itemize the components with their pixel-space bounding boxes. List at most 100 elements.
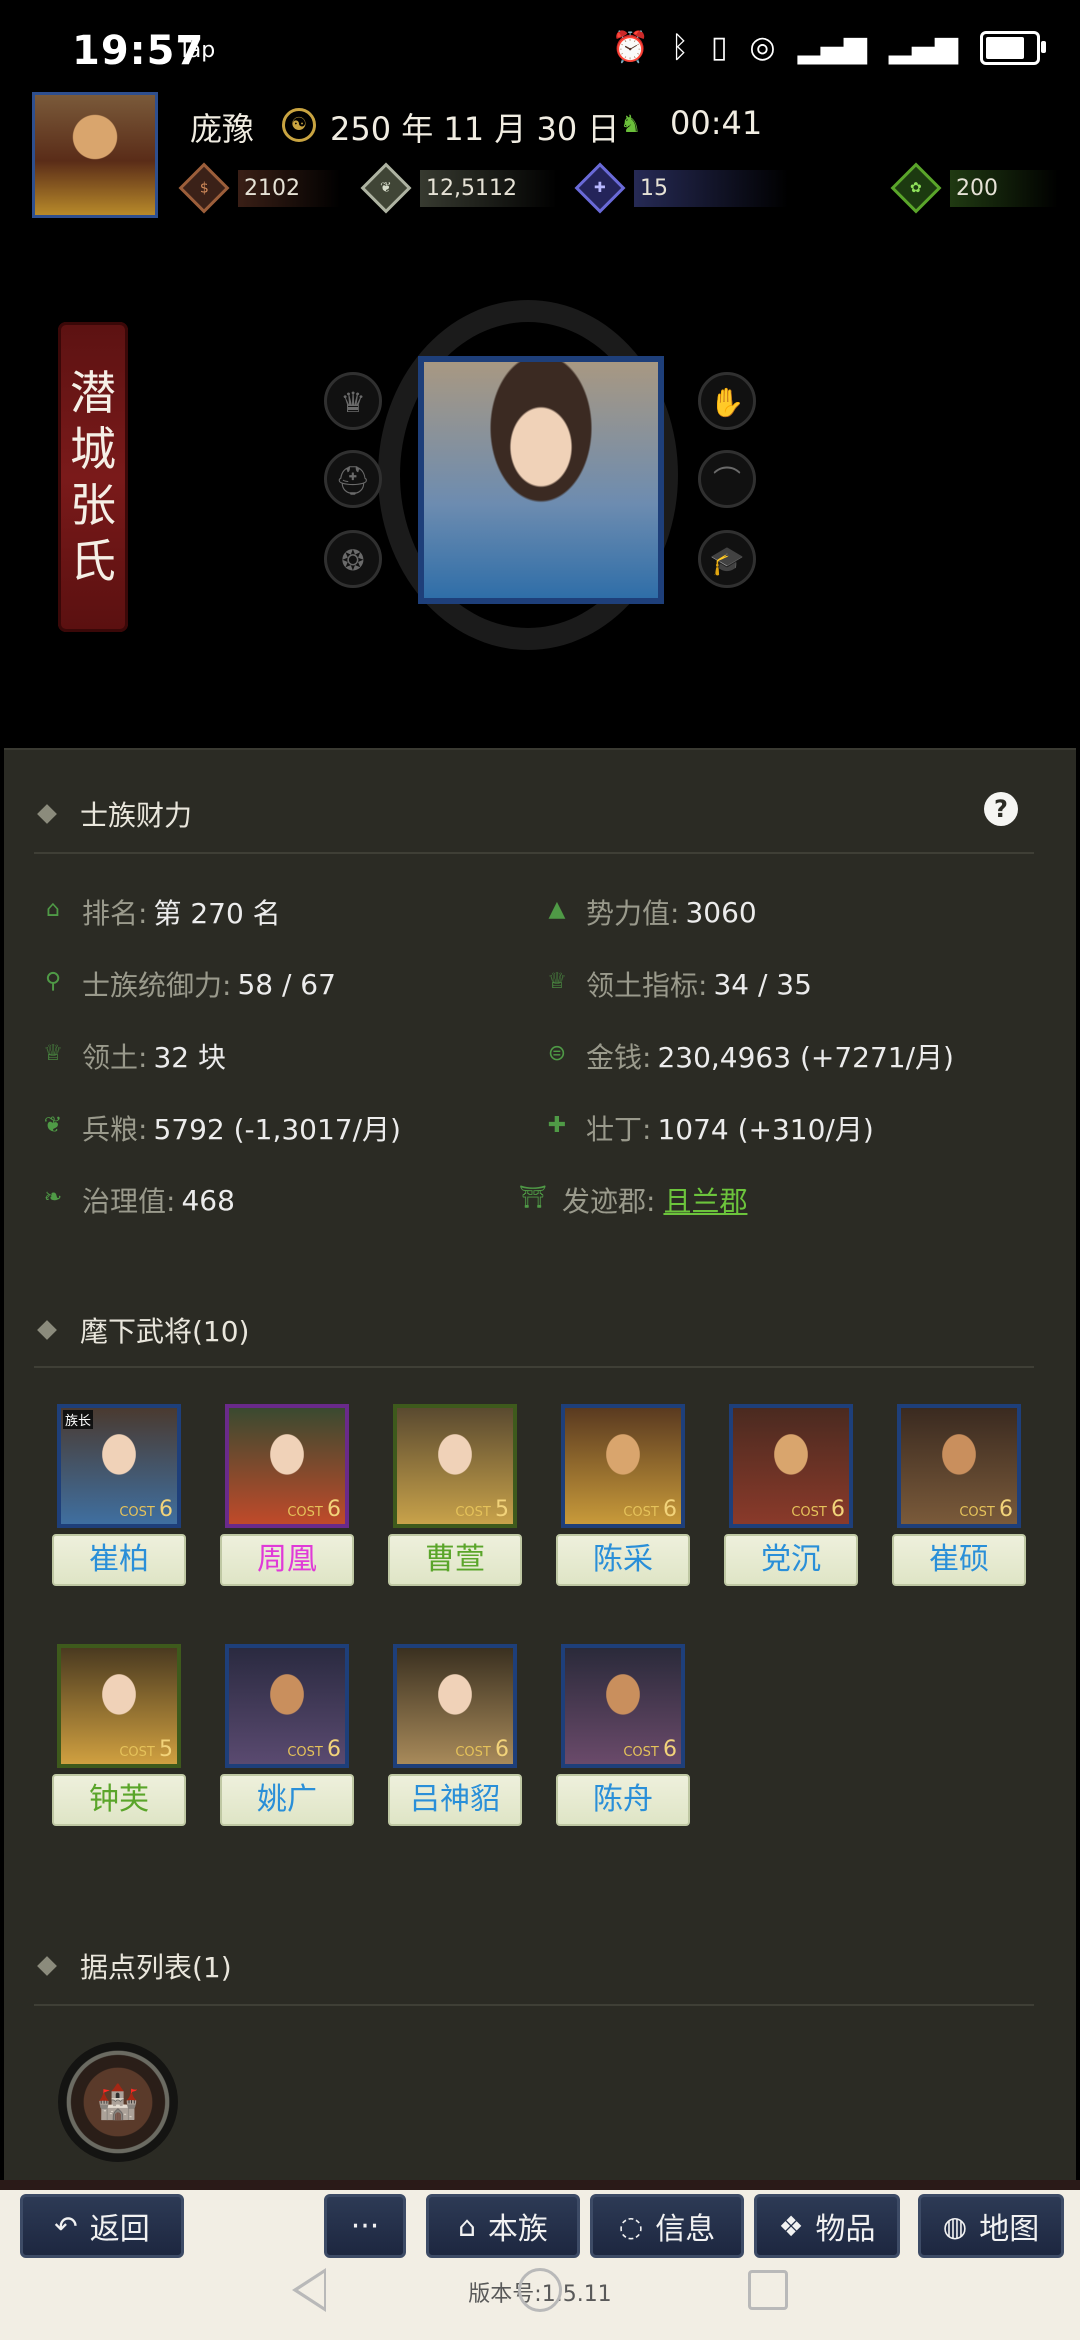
stat-value: 3060 xyxy=(685,895,757,929)
finance-section-header: 士族财力 xyxy=(37,794,193,834)
officer-name[interactable]: 姚广 xyxy=(220,1774,354,1826)
resource-grain-value: 12,5112 xyxy=(420,169,557,207)
officer-cost: COST 6 xyxy=(119,1497,173,1522)
divider xyxy=(34,2004,1034,2006)
divider xyxy=(34,852,1034,854)
officer-name[interactable]: 曹萱 xyxy=(388,1534,522,1586)
stat-value: 1074 (+310/月) xyxy=(657,1113,874,1146)
player-name: 庞豫 xyxy=(190,110,255,148)
system-recents-icon[interactable] xyxy=(748,2270,788,2310)
banner-char: 城 xyxy=(70,422,116,476)
officer-card[interactable]: COST 6 周凰 xyxy=(220,1404,354,1586)
officer-portrait[interactable]: COST 6 xyxy=(897,1404,1021,1528)
gate-icon: ⛩ xyxy=(519,1185,547,1210)
tap-label: Tap xyxy=(178,38,216,63)
coin-icon: $ xyxy=(178,162,230,214)
officer-name[interactable]: 钟芙 xyxy=(52,1774,186,1826)
crown-land-icon: ♕ xyxy=(547,969,567,994)
officer-cost: COST 6 xyxy=(287,1497,341,1522)
vibrate-icon: ▯ xyxy=(710,30,728,65)
stat-value: 5792 (-1,3017/月) xyxy=(153,1113,401,1146)
officer-portrait[interactable]: COST 6 xyxy=(561,1404,685,1528)
items-button[interactable]: ❖ 物品 xyxy=(754,2194,900,2258)
castle-icon: 🏰 xyxy=(96,2082,140,2122)
player-avatar[interactable] xyxy=(32,92,158,218)
stat-governance: ❧ 治理值: 468 xyxy=(36,1180,235,1220)
person-icon: ⚲ xyxy=(44,969,62,994)
officer-name[interactable]: 吕神貂 xyxy=(388,1774,522,1826)
officers-section-header: 麾下武将(10) xyxy=(37,1310,250,1350)
grain-icon: ❦ xyxy=(360,162,412,214)
hand-seed-icon[interactable]: ✋ xyxy=(698,372,756,430)
diamond-bullet-icon xyxy=(37,804,57,824)
more-button-label: ··· xyxy=(350,2208,380,2244)
officer-cost: COST 6 xyxy=(623,1737,677,1762)
officer-portrait[interactable]: COST 5 xyxy=(57,1644,181,1768)
officer-name[interactable]: 陈采 xyxy=(556,1534,690,1586)
resource-men[interactable]: ✚ 15 xyxy=(574,162,788,214)
officer-card[interactable]: COST 5 曹萱 xyxy=(388,1404,522,1586)
leader-tag: 族长 xyxy=(63,1410,94,1429)
stat-power: ▲ 势力值: 3060 xyxy=(540,892,757,932)
help-button[interactable]: ? xyxy=(984,792,1018,826)
scholar-cap-icon[interactable]: 🎓 xyxy=(698,530,756,588)
helmet-icon[interactable]: ⛑ xyxy=(324,450,382,508)
clan-leader-portrait[interactable] xyxy=(418,356,664,604)
officers-section-title: 麾下武将(10) xyxy=(80,1315,250,1348)
stat-label: 治理值: xyxy=(82,1185,176,1218)
officer-name[interactable]: 崔柏 xyxy=(52,1534,186,1586)
clasp-icon[interactable]: ❂ xyxy=(324,530,382,588)
officer-card[interactable]: COST 6 陈采 xyxy=(556,1404,690,1586)
officer-portrait[interactable]: COST 6 xyxy=(225,1404,349,1528)
diamond-bullet-icon xyxy=(37,1320,57,1340)
officer-card[interactable]: COST 6 姚广 xyxy=(220,1644,354,1826)
hotspot-icon: ◎ xyxy=(749,30,776,65)
clan-button-label: 本族 xyxy=(487,2212,548,2247)
info-button[interactable]: ◌ 信息 xyxy=(590,2194,744,2258)
officer-card[interactable]: COST 6 崔硕 xyxy=(892,1404,1026,1586)
origin-commandery-link[interactable]: 且兰郡 xyxy=(663,1180,747,1220)
officer-cost: COST 5 xyxy=(119,1737,173,1762)
officer-name[interactable]: 党沉 xyxy=(724,1534,858,1586)
officer-portrait[interactable]: COST 6 xyxy=(561,1644,685,1768)
back-button-label: 返回 xyxy=(89,2212,150,2247)
stat-value: 32 块 xyxy=(153,1041,226,1074)
officer-card[interactable]: 族长 COST 6 崔柏 xyxy=(52,1404,186,1586)
hat-icon[interactable]: ⌒ xyxy=(698,450,756,508)
more-button[interactable]: ··· xyxy=(324,2194,406,2258)
speech-bubble-icon: ◌ xyxy=(618,2209,644,2243)
officer-card[interactable]: COST 6 党沉 xyxy=(724,1404,858,1586)
officer-cost: COST 6 xyxy=(623,1497,677,1522)
officer-portrait[interactable]: 族长 COST 6 xyxy=(57,1404,181,1528)
resource-bag[interactable]: ✿ 200 xyxy=(890,162,1058,214)
back-button[interactable]: ↶ 返回 xyxy=(20,2194,184,2258)
stat-territory-index: ♕ 领土指标: 34 / 35 xyxy=(540,964,812,1004)
strongholds-section-title: 据点列表(1) xyxy=(80,1951,232,1984)
resource-grain[interactable]: ❦ 12,5112 xyxy=(360,162,557,214)
info-button-label: 信息 xyxy=(655,2212,716,2247)
officer-name[interactable]: 周凰 xyxy=(220,1534,354,1586)
resource-men-value: 15 xyxy=(634,169,788,207)
clan-button[interactable]: ⌂ 本族 xyxy=(426,2194,580,2258)
officer-cost: COST 6 xyxy=(455,1737,509,1762)
officer-portrait[interactable]: COST 5 xyxy=(393,1404,517,1528)
resource-money[interactable]: $ 2102 xyxy=(178,162,340,214)
officer-portrait[interactable]: COST 6 xyxy=(393,1644,517,1768)
stat-money: ⊜ 金钱: 230,4963 (+7271/月) xyxy=(540,1036,954,1076)
officer-card[interactable]: COST 6 陈舟 xyxy=(556,1644,690,1826)
officer-name[interactable]: 崔硕 xyxy=(892,1534,1026,1586)
stat-grain: ❦ 兵粮: 5792 (-1,3017/月) xyxy=(36,1108,401,1148)
officer-portrait[interactable]: COST 6 xyxy=(225,1644,349,1768)
map-button[interactable]: ◍ 地图 xyxy=(918,2194,1064,2258)
stat-men: ✚ 壮丁: 1074 (+310/月) xyxy=(540,1108,874,1148)
officer-name[interactable]: 陈舟 xyxy=(556,1774,690,1826)
officer-card[interactable]: COST 6 吕神貂 xyxy=(388,1644,522,1826)
resource-money-value: 2102 xyxy=(238,169,340,207)
crown-icon[interactable]: ♛ xyxy=(324,372,382,430)
finance-section-title: 士族财力 xyxy=(80,799,193,832)
officer-portrait[interactable]: COST 6 xyxy=(729,1404,853,1528)
bag-icon: ✿ xyxy=(890,162,942,214)
officer-card[interactable]: COST 5 钟芙 xyxy=(52,1644,186,1826)
system-home-icon[interactable] xyxy=(518,2268,562,2312)
stronghold-button[interactable]: 🏰 xyxy=(58,2042,178,2162)
